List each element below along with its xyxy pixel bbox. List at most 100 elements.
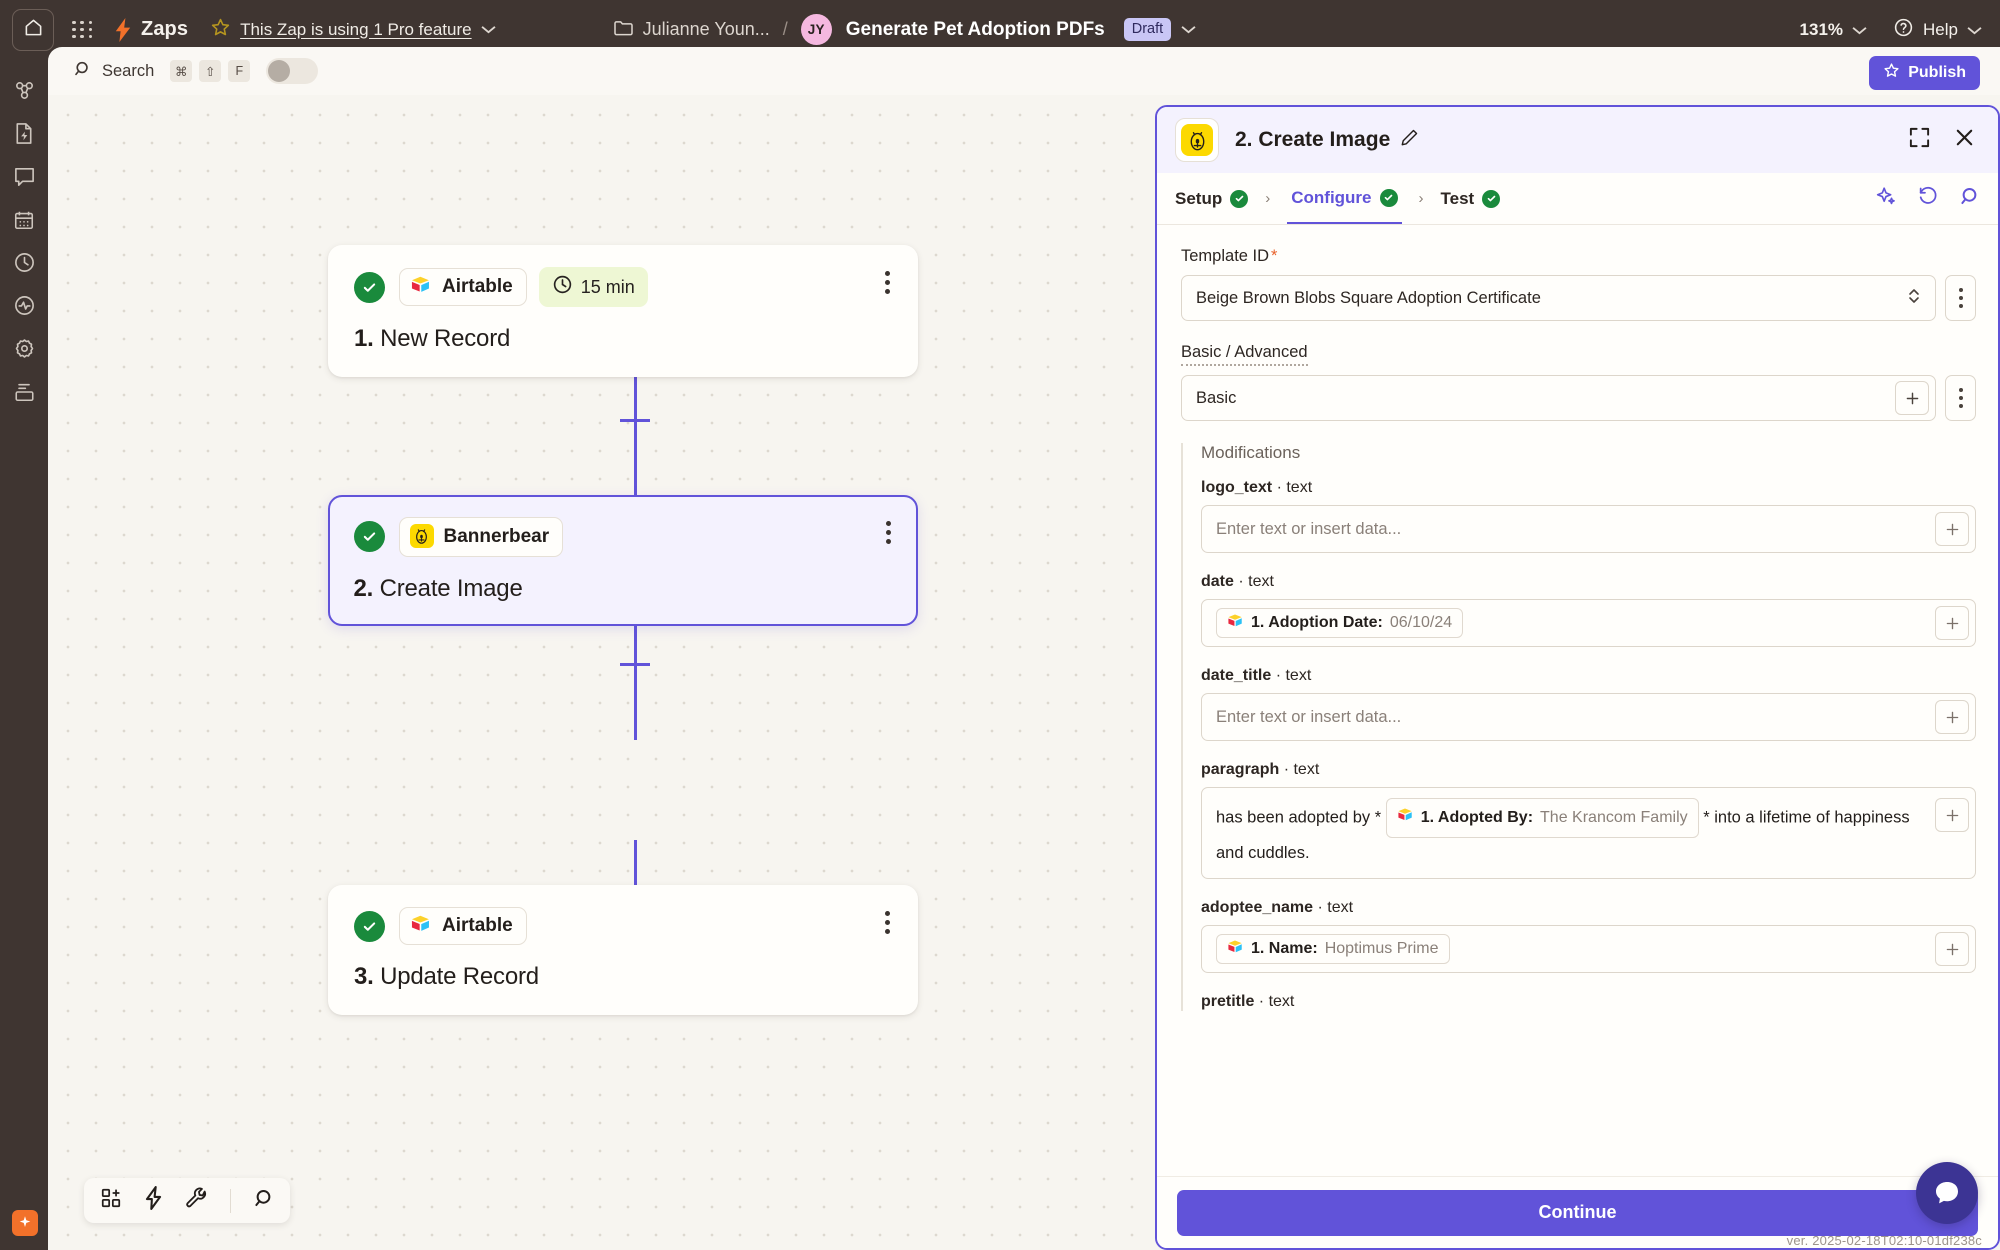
check-circle-icon: [354, 910, 385, 942]
app-name: Airtable: [442, 915, 513, 936]
sidebar-item-history[interactable]: [6, 247, 42, 283]
sidebar-item-templates[interactable]: [6, 118, 42, 154]
search-input[interactable]: Search: [102, 62, 154, 81]
publish-button[interactable]: Publish: [1869, 56, 1980, 90]
placeholder-text: Enter text or insert data...: [1216, 707, 1402, 726]
tab-setup[interactable]: Setup: [1175, 189, 1249, 209]
workflow-node-3[interactable]: Airtable 3. Update Record: [328, 885, 918, 1015]
token-value: The Krancom Family: [1540, 809, 1688, 826]
shortcut-key-f: F: [228, 60, 251, 82]
home-icon: [24, 18, 43, 42]
app-name: Bannerbear: [443, 525, 550, 547]
chevron-updown-icon: [1907, 286, 1921, 311]
node-title: 2. Create Image: [354, 575, 897, 603]
modification-input-date[interactable]: 1. Adoption Date: 06/10/24: [1201, 599, 1976, 647]
sidebar-item-zaps[interactable]: [6, 75, 42, 111]
breadcrumb: Julianne Youn... / JY Generate Pet Adopt…: [613, 14, 1197, 45]
search-icon[interactable]: [253, 1188, 274, 1214]
publish-label: Publish: [1908, 64, 1966, 81]
token-field-name: 1. Adopted By:: [1420, 809, 1534, 826]
undo-icon[interactable]: [1917, 185, 1939, 212]
template-id-menu-button[interactable]: [1945, 275, 1976, 321]
airtable-icon: [1227, 939, 1244, 959]
panel-body[interactable]: Template ID * Beige Brown Blobs Square Ad…: [1157, 225, 1998, 1176]
search-icon[interactable]: [1959, 186, 1980, 212]
help-menu[interactable]: Help: [1893, 17, 1982, 43]
chevron-down-icon: [1967, 20, 1982, 40]
required-marker: *: [1271, 247, 1278, 265]
breadcrumb-separator: /: [782, 19, 788, 39]
check-circle-icon: [1379, 188, 1398, 207]
sidebar-item-activity[interactable]: [6, 290, 42, 326]
modification-label-pretitle: pretitle · text: [1201, 993, 1295, 1010]
ai-sparkle-icon[interactable]: [1875, 185, 1897, 212]
node-menu-button[interactable]: [879, 907, 896, 938]
pro-feature-text[interactable]: This Zap is using 1 Pro feature: [240, 20, 472, 40]
basic-advanced-select[interactable]: Basic: [1181, 375, 1936, 421]
app-grid-icon[interactable]: [68, 19, 98, 41]
bannerbear-icon: [409, 523, 434, 550]
zaps-label[interactable]: Zaps: [141, 18, 188, 41]
home-button[interactable]: [12, 8, 54, 51]
pulse-icon: [13, 294, 36, 322]
insert-data-button[interactable]: [1935, 932, 1969, 966]
continue-button[interactable]: Continue: [1177, 1189, 1978, 1236]
sidebar-rail: [0, 59, 48, 1250]
sidebar-item-interfaces[interactable]: [6, 376, 42, 412]
token-field-name: 1. Name:: [1251, 940, 1318, 957]
node-action-name: New Record: [380, 325, 511, 352]
search-icon: [74, 60, 92, 83]
modification-input-logo-text[interactable]: Enter text or insert data...: [1201, 505, 1976, 553]
avatar[interactable]: JY: [800, 14, 832, 45]
search-bar: Search ⌘ ⇧ F Publish: [48, 47, 2000, 95]
panel-header: 2. Create Image: [1157, 107, 1998, 173]
data-token-adoption-date[interactable]: 1. Adoption Date: 06/10/24: [1216, 608, 1464, 638]
connector-4: [634, 695, 637, 740]
interfaces-icon: [13, 381, 36, 408]
sidebar-item-settings[interactable]: [6, 333, 42, 369]
insert-data-button[interactable]: [1935, 798, 1969, 832]
workflow-node-1[interactable]: Airtable 15 min 1. New Record: [328, 245, 918, 377]
modification-input-date-title[interactable]: Enter text or insert data...: [1201, 693, 1976, 741]
sparkle-icon[interactable]: [12, 1210, 38, 1236]
modification-input-adoptee-name[interactable]: 1. Name: Hoptimus Prime: [1201, 925, 1976, 973]
template-id-select[interactable]: Beige Brown Blobs Square Adoption Certif…: [1181, 275, 1936, 321]
chevron-down-icon[interactable]: [481, 21, 496, 39]
sidebar-item-chatbots[interactable]: [6, 161, 42, 197]
insert-data-button[interactable]: [1935, 512, 1969, 546]
add-step-button-1[interactable]: [620, 405, 650, 435]
close-icon[interactable]: [1953, 126, 1976, 154]
panel-tabs: Setup › Configure › Test: [1157, 173, 1998, 225]
tab-configure[interactable]: Configure: [1287, 173, 1402, 224]
canvas-toolbar: [84, 1178, 290, 1223]
folder-name[interactable]: Julianne Youn...: [643, 19, 770, 40]
basic-advanced-add-button[interactable]: [1895, 381, 1929, 415]
insert-data-button[interactable]: [1935, 606, 1969, 640]
wrench-icon[interactable]: [185, 1187, 208, 1215]
node-menu-button[interactable]: [880, 517, 897, 548]
table-grid-icon: [13, 209, 35, 236]
continue-label: Continue: [1538, 1202, 1617, 1222]
zoom-control[interactable]: 131%: [1800, 20, 1867, 40]
modification-label-adoptee-name: adoptee_name · text: [1201, 899, 1354, 916]
add-step-button-2[interactable]: [620, 649, 650, 679]
template-id-row: Beige Brown Blobs Square Adoption Certif…: [1181, 275, 1976, 321]
token-value: Hoptimus Prime: [1324, 940, 1439, 957]
data-token-name[interactable]: 1. Name: Hoptimus Prime: [1216, 934, 1450, 964]
zap-menu-chevron-down-icon[interactable]: [1181, 21, 1196, 39]
insert-data-button[interactable]: [1935, 700, 1969, 734]
add-grid-icon[interactable]: [100, 1187, 122, 1214]
node-menu-button[interactable]: [879, 267, 896, 298]
pro-feature-notice[interactable]: This Zap is using 1 Pro feature: [210, 17, 496, 43]
chat-bubble-icon[interactable]: [1916, 1162, 1978, 1224]
data-token-adopted-by[interactable]: 1. Adopted By: The Krancom Family: [1385, 798, 1699, 838]
search-mode-toggle[interactable]: [266, 58, 319, 84]
basic-advanced-menu-button[interactable]: [1945, 375, 1976, 421]
workflow-node-2[interactable]: Bannerbear 2. Create Image: [328, 495, 918, 626]
zap-bolt-icon[interactable]: [144, 1186, 163, 1215]
tab-test[interactable]: Test: [1441, 189, 1501, 209]
modification-input-paragraph[interactable]: has been adopted by * 1. Adopted By: The…: [1201, 787, 1976, 879]
sidebar-item-tables[interactable]: [6, 204, 42, 240]
expand-icon[interactable]: [1908, 126, 1931, 154]
pencil-icon[interactable]: [1400, 128, 1419, 152]
